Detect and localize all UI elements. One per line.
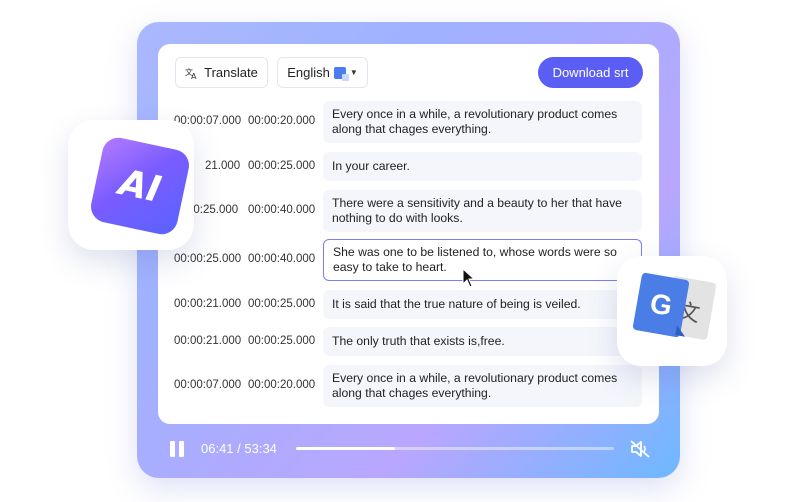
- pause-icon[interactable]: [170, 441, 185, 457]
- subtitle-text-field[interactable]: It is said that the true nature of being…: [323, 290, 642, 319]
- subtitle-end-time: 00:00:20.000: [248, 379, 316, 391]
- progress-fill: [296, 447, 395, 450]
- subtitle-end-time: 00:00:25.000: [248, 297, 316, 310]
- subtitle-text-field[interactable]: In your career.: [323, 152, 642, 181]
- subtitle-start-time: 00:00:21.000: [174, 334, 242, 347]
- subtitle-start-time: 21.000: [205, 159, 241, 172]
- subtitle-text-field[interactable]: The only truth that exists is,free.: [323, 327, 642, 356]
- subtitle-text-field[interactable]: Every once in a while, a revolutionary p…: [323, 365, 642, 407]
- mute-icon[interactable]: [629, 439, 651, 459]
- language-select[interactable]: English ▼: [277, 57, 368, 88]
- subtitle-start-time: 00:25.000: [187, 204, 239, 216]
- language-icon: [333, 66, 349, 81]
- progress-track[interactable]: [296, 447, 614, 450]
- language-label: English: [287, 65, 330, 80]
- subtitle-end-time: 00:00:25.000: [248, 334, 316, 347]
- subtitle-start-time: 00:00:21.000: [174, 297, 242, 310]
- svg-text:A: A: [191, 72, 197, 80]
- subtitle-start-time: 00:00:25.000: [174, 253, 242, 265]
- download-srt-button[interactable]: Download srt: [538, 57, 643, 88]
- ai-icon: AI: [88, 134, 192, 238]
- google-translate-tab: [675, 325, 687, 337]
- subtitle-text-field-active[interactable]: She was one to be listened to, whose wor…: [323, 239, 642, 281]
- translate-button[interactable]: 文 A Translate: [175, 57, 268, 88]
- subtitle-text-field[interactable]: There were a sensitivity and a beauty to…: [323, 190, 642, 232]
- subtitle-end-time: 00:00:40.000: [248, 204, 316, 216]
- subtitle-end-time: 00:00:40.000: [248, 253, 316, 265]
- translate-label: Translate: [204, 65, 258, 80]
- subtitle-end-time: 00:00:25.000: [248, 159, 316, 172]
- cursor-icon: [462, 268, 476, 288]
- subtitle-end-time: 00:00:20.000: [248, 115, 316, 127]
- google-label: G: [647, 287, 675, 322]
- translate-icon: 文 A: [185, 67, 197, 80]
- ai-label: AI: [115, 161, 165, 211]
- subtitle-start-time: 00:00:07.000: [174, 379, 242, 391]
- caret-down-icon: ▼: [349, 68, 358, 77]
- subtitle-text-field[interactable]: Every once in a while, a revolutionary p…: [323, 101, 642, 143]
- time-readout: 06:41 / 53:34: [201, 441, 277, 456]
